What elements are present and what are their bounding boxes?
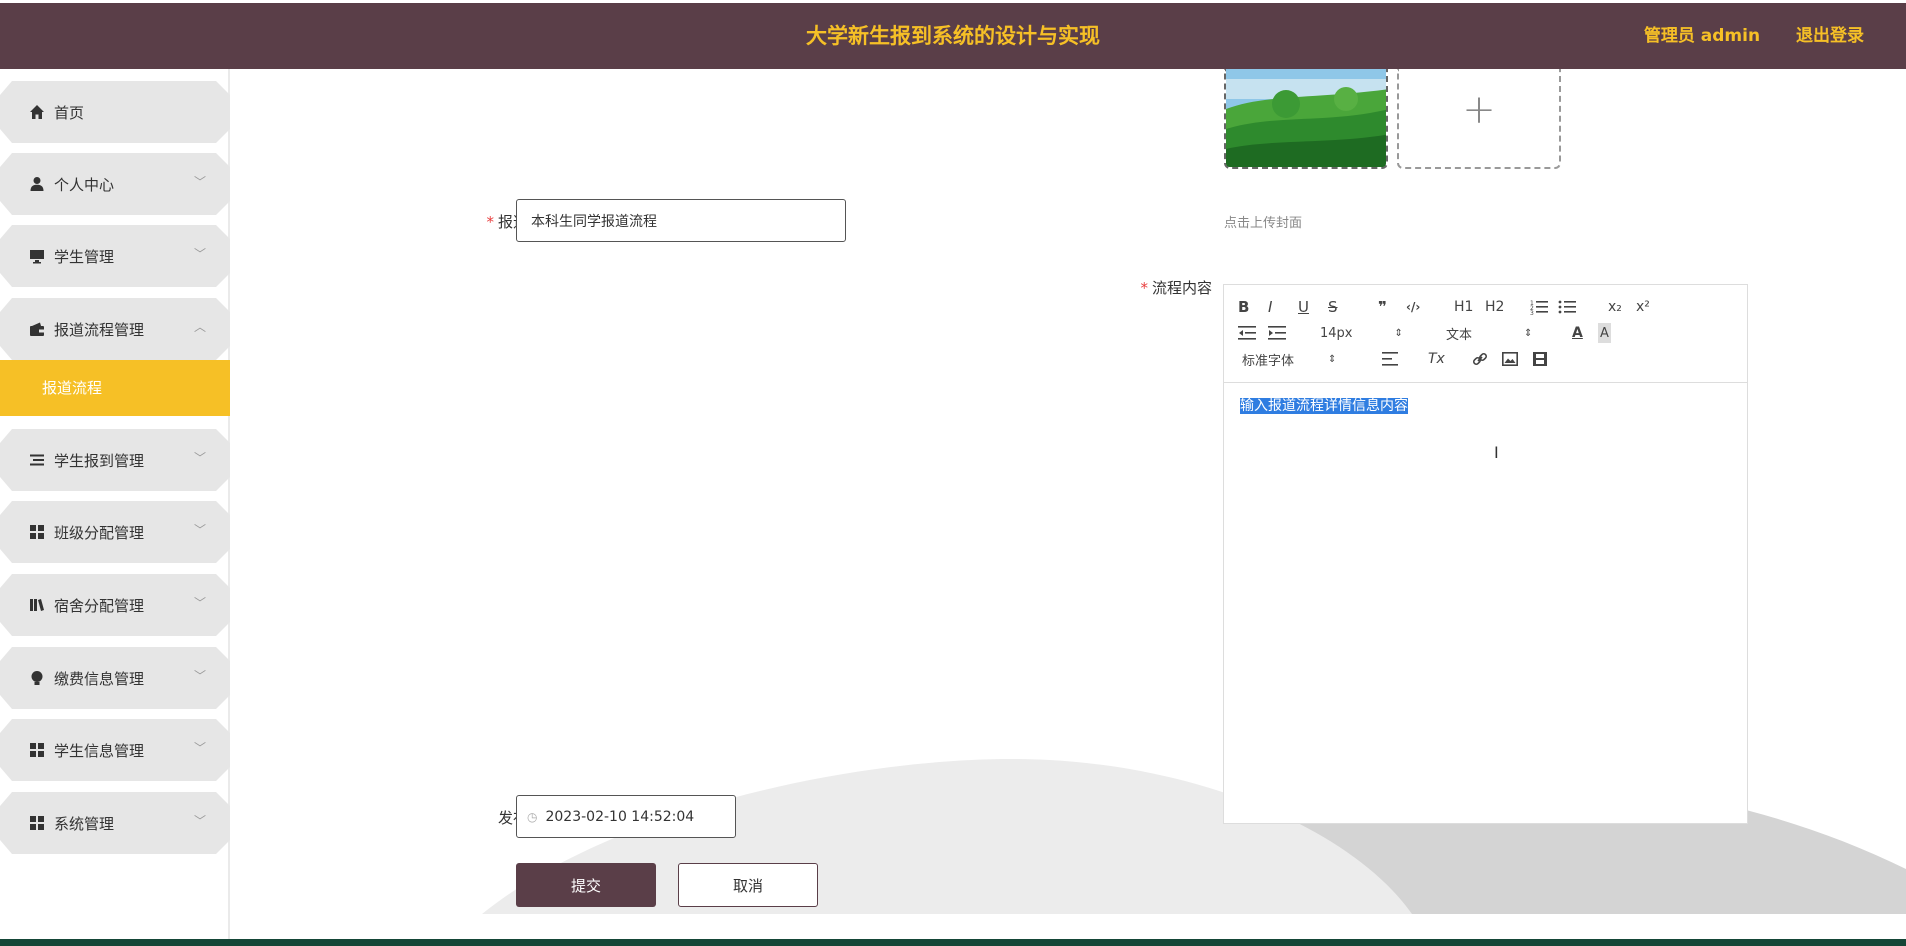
submenu-item-process[interactable]: 报道流程 (0, 360, 230, 416)
cover-upload-button[interactable]: + (1397, 69, 1561, 169)
sidebar-item-label: 首页 (54, 103, 85, 122)
quote-button[interactable]: ❞ (1378, 297, 1387, 317)
italic-button[interactable]: I (1268, 297, 1272, 317)
align-icon[interactable] (1382, 349, 1398, 369)
chevron-down-icon: ﹀ (193, 247, 206, 261)
sidebar-item-label: 班级分配管理 (54, 523, 145, 542)
sidebar-item-label: 系统管理 (54, 814, 115, 833)
sidebar-item-personal-center[interactable]: 个人中心 ﹀ (0, 153, 230, 215)
font-size-select[interactable]: 14px ⇕ (1320, 323, 1403, 343)
ordered-list-icon[interactable]: 123 (1530, 297, 1548, 317)
admin-user-label[interactable]: 管理员 admin (1644, 26, 1760, 46)
text-cursor-icon: I (1494, 443, 1499, 462)
monitor-icon (28, 247, 46, 265)
select-arrows-icon: ⇕ (1328, 353, 1337, 365)
video-icon[interactable] (1532, 349, 1548, 369)
date-input[interactable]: ◷ 2023-02-10 14:52:04 (516, 795, 736, 838)
sidebar-item-label: 报道流程管理 (54, 320, 145, 339)
outdent-icon[interactable] (1238, 323, 1256, 343)
clock-icon: ◷ (527, 809, 538, 824)
grid-icon (28, 741, 46, 759)
logout-button[interactable]: 退出登录 (1796, 26, 1864, 46)
chevron-down-icon: ﹀ (193, 523, 206, 537)
link-icon[interactable] (1472, 349, 1488, 369)
user-icon (28, 175, 46, 193)
grid-icon (28, 523, 46, 541)
grid-icon (28, 814, 46, 832)
image-icon[interactable] (1502, 349, 1518, 369)
sidebar-item-label: 学生管理 (54, 247, 115, 266)
sidebar-item-class-mgmt[interactable]: 班级分配管理 ﹀ (0, 501, 230, 563)
chevron-down-icon: ﹀ (193, 814, 206, 828)
bullet-list-icon[interactable] (1558, 297, 1576, 317)
rich-text-editor[interactable]: B I U S ❞ ‹/› H1 H2 123 x₂ x² 14px ⇕ 文本 ⇕ … (1223, 284, 1748, 824)
sidebar-item-studentinfo-mgmt[interactable]: 学生信息管理 ﹀ (0, 719, 230, 781)
header-actions: 管理员 admin 退出登录 (1614, 3, 1864, 69)
submit-button[interactable]: 提交 (516, 863, 656, 907)
header1-button[interactable]: H1 (1454, 297, 1473, 317)
editor-content[interactable]: 输入报道流程详情信息内容 (1240, 395, 1408, 415)
cancel-button[interactable]: 取消 (678, 863, 818, 907)
sidebar-item-process-mgmt[interactable]: 报道流程管理 ︿ (0, 298, 230, 360)
bold-button[interactable]: B (1238, 297, 1249, 317)
title-input[interactable]: 本科生同学报道流程 (516, 199, 846, 242)
background-color-icon[interactable]: A (1598, 323, 1611, 343)
indent-icon[interactable] (1268, 323, 1286, 343)
svg-text:3: 3 (1530, 310, 1534, 315)
header2-button[interactable]: H2 (1485, 297, 1504, 317)
sidebar-item-student-mgmt[interactable]: 学生管理 ﹀ (0, 225, 230, 287)
list-icon (28, 451, 46, 469)
bottom-strip (0, 939, 1906, 946)
chevron-down-icon: ﹀ (193, 451, 206, 465)
content-label: * 流程内容 (1140, 279, 1212, 297)
chevron-down-icon: ﹀ (193, 669, 206, 683)
select-arrows-icon: ⇕ (1394, 327, 1403, 339)
wallet-icon (28, 320, 46, 338)
sidebar-item-home[interactable]: 首页 (0, 81, 230, 143)
select-arrows-icon: ⇕ (1524, 327, 1533, 339)
editor-toolbar: B I U S ❞ ‹/› H1 H2 123 x₂ x² 14px ⇕ 文本 ⇕ … (1224, 285, 1747, 383)
home-icon (28, 103, 46, 121)
chevron-down-icon: ﹀ (193, 175, 206, 189)
sidebar-item-label: 宿舍分配管理 (54, 596, 145, 615)
cover-upload-hint: 点击上传封面 (1224, 216, 1303, 231)
sidebar-item-dorm-mgmt[interactable]: 宿舍分配管理 ﹀ (0, 574, 230, 636)
sidebar: 首页 个人中心 ﹀ 学生管理 ﹀ 报道流程管理 ︿ 报道流程 学生报到管理 ﹀ … (0, 69, 230, 939)
underline-button[interactable]: U (1298, 297, 1309, 317)
subscript-button[interactable]: x₂ (1608, 297, 1622, 317)
cover-image[interactable] (1224, 69, 1388, 169)
code-button[interactable]: ‹/› (1406, 297, 1420, 317)
sidebar-item-label: 缴费信息管理 (54, 669, 145, 688)
sidebar-item-label: 学生信息管理 (54, 741, 145, 760)
chevron-down-icon: ﹀ (193, 596, 206, 610)
main-content: *报道标题 本科生同学报道流程 + 点击上传封面 *流程内容 B I U S ❞… (232, 69, 1906, 939)
superscript-button[interactable]: x² (1636, 297, 1650, 317)
sidebar-item-payment-mgmt[interactable]: 缴费信息管理 ﹀ (0, 647, 230, 709)
sidebar-item-system-mgmt[interactable]: 系统管理 ﹀ (0, 792, 230, 854)
sidebar-item-label: 个人中心 (54, 175, 115, 194)
top-bar: 大学新生报到系统的设计与实现 管理员 admin 退出登录 (0, 3, 1906, 69)
chevron-down-icon: ﹀ (193, 741, 206, 755)
book-icon (28, 596, 46, 614)
chevron-up-icon: ︿ (193, 320, 206, 334)
strike-button[interactable]: S (1328, 297, 1338, 317)
font-family-select[interactable]: 标准字体 ⇕ (1242, 349, 1336, 369)
text-style-select[interactable]: 文本 ⇕ (1446, 323, 1532, 343)
font-color-icon[interactable]: A (1572, 323, 1583, 343)
plus-icon: + (1462, 87, 1496, 133)
clean-format-button[interactable]: Tx (1428, 349, 1445, 369)
bulb-icon (28, 669, 46, 687)
date-value: 2023-02-10 14:52:04 (545, 808, 695, 825)
selected-text: 输入报道流程详情信息内容 (1240, 398, 1408, 414)
sidebar-item-label: 学生报到管理 (54, 451, 145, 470)
sidebar-item-checkin-mgmt[interactable]: 学生报到管理 ﹀ (0, 429, 230, 491)
